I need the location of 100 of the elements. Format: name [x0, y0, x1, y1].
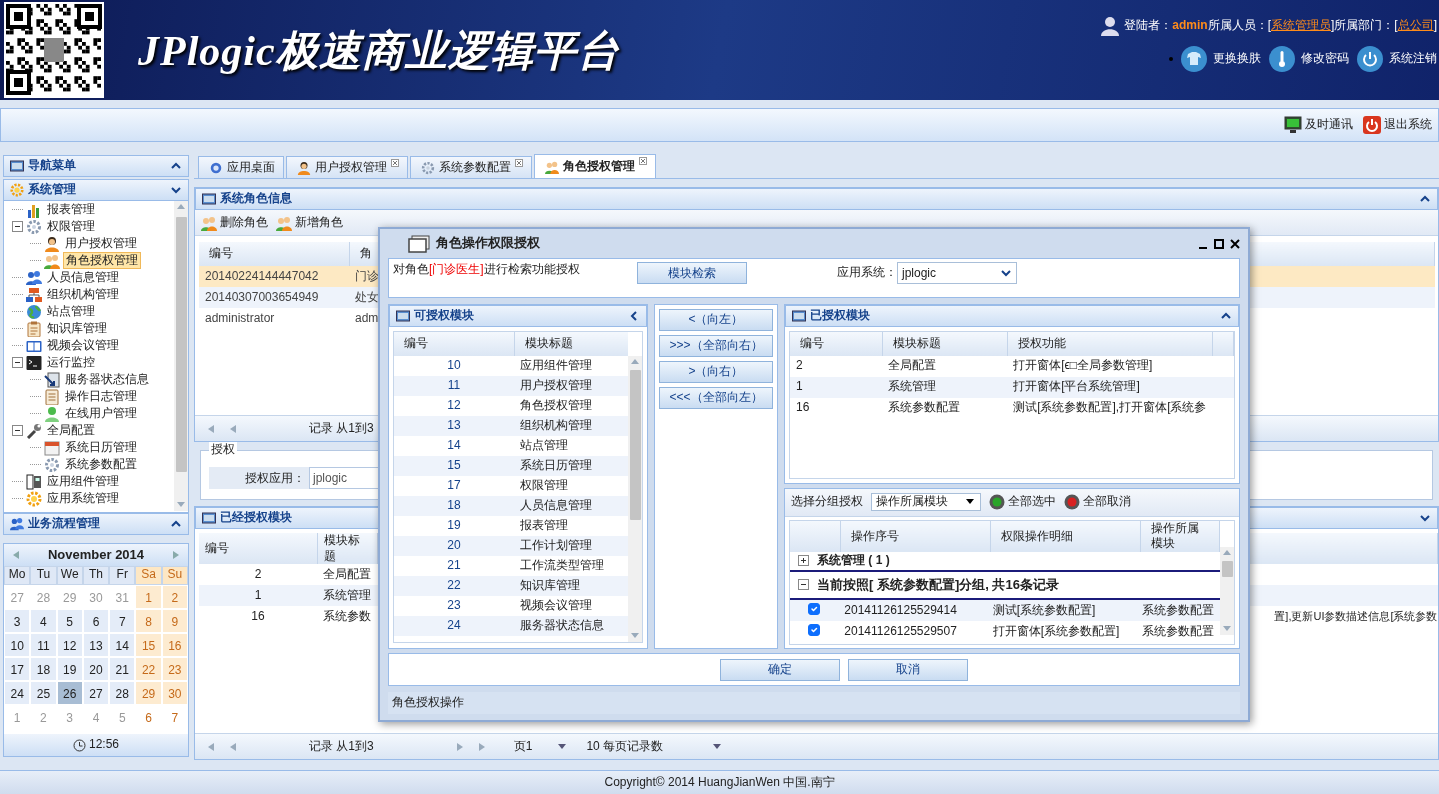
- column-header[interactable]: 操作所属模块: [1140, 520, 1220, 552]
- toolbar-button[interactable]: 全部取消: [1064, 494, 1131, 511]
- cancel-button[interactable]: 取消: [848, 658, 968, 681]
- calendar-day[interactable]: 20: [82, 657, 110, 681]
- page-select[interactable]: 页1: [513, 738, 569, 755]
- column-header[interactable]: 权限操作明细: [990, 520, 1140, 552]
- toolbar-button[interactable]: 新增角色: [276, 214, 343, 231]
- tree-item[interactable]: 权限管理: [45, 218, 97, 235]
- scrollbar[interactable]: [628, 355, 642, 642]
- calendar-day[interactable]: 13: [82, 633, 110, 657]
- group-header[interactable]: 当前按照[ 系统参数配置]分组, 共16条记录: [817, 576, 1059, 594]
- calendar-day[interactable]: 19: [56, 657, 83, 681]
- move-button[interactable]: <（向左）: [659, 308, 773, 331]
- select-field[interactable]: 操作所属模块: [871, 493, 981, 512]
- column-header[interactable]: 模块标题: [882, 331, 1008, 356]
- calendar-day[interactable]: 4: [30, 609, 57, 633]
- checkbox[interactable]: [808, 623, 821, 636]
- scrollbar-thumb[interactable]: [1221, 560, 1233, 577]
- calendar-day[interactable]: 28: [109, 681, 136, 705]
- close-icon[interactable]: [1230, 238, 1240, 249]
- accordion-header[interactable]: 系统管理: [3, 179, 189, 201]
- scrollbar[interactable]: [174, 201, 188, 511]
- calendar-day[interactable]: 12: [56, 633, 83, 657]
- column-header[interactable]: 操作序号: [840, 520, 990, 552]
- select-field[interactable]: jplogic: [897, 262, 1017, 285]
- tree-item[interactable]: 服务器状态信息: [63, 371, 151, 388]
- tree-item[interactable]: 视频会议管理: [45, 337, 121, 354]
- column-header[interactable]: 编号: [199, 533, 317, 565]
- column-header[interactable]: 编号: [199, 242, 349, 266]
- calendar-day[interactable]: 27: [82, 681, 110, 705]
- page-size-select[interactable]: 10 每页记录数: [586, 738, 724, 755]
- move-button[interactable]: >（向右）: [659, 360, 773, 383]
- tree-item[interactable]: 系统日历管理: [63, 439, 139, 456]
- header-link[interactable]: 更换换肤: [1213, 51, 1261, 67]
- tree-item[interactable]: 操作日志管理: [63, 388, 139, 405]
- tree-item[interactable]: 在线用户管理: [63, 405, 139, 422]
- toolbar-button[interactable]: 退出系统: [1363, 116, 1432, 134]
- chevron-down-icon[interactable]: [1419, 512, 1431, 524]
- search-button[interactable]: 模块检索: [637, 262, 747, 285]
- checkbox[interactable]: [808, 602, 821, 615]
- chevron-left-icon[interactable]: [628, 309, 640, 322]
- toolbar-button[interactable]: 及时通讯: [1284, 116, 1353, 134]
- header-link[interactable]: 系统注销: [1389, 51, 1437, 67]
- calendar-day[interactable]: 11: [30, 633, 57, 657]
- tree-item[interactable]: 角色授权管理: [63, 251, 141, 270]
- table-cell: 人员信息管理: [514, 495, 628, 516]
- collapse-icon[interactable]: [798, 579, 809, 591]
- calendar-day[interactable]: 5: [56, 609, 83, 633]
- group-header[interactable]: 系统管理 ( 1 ): [817, 553, 890, 569]
- accordion-header[interactable]: 业务流程管理: [3, 513, 189, 535]
- tree-item[interactable]: 站点管理: [45, 303, 97, 320]
- tree-item[interactable]: 报表管理: [45, 201, 97, 218]
- header-link[interactable]: 修改密码: [1301, 51, 1349, 67]
- calendar-day[interactable]: 26: [56, 681, 83, 705]
- tab[interactable]: 角色授权管理: [534, 154, 656, 178]
- calendar-day[interactable]: 3: [4, 609, 31, 633]
- tree-item[interactable]: 人员信息管理: [45, 269, 121, 286]
- expand-icon[interactable]: [798, 555, 809, 567]
- collapse-icon[interactable]: [12, 425, 23, 436]
- shirt-icon[interactable]: [1181, 46, 1207, 72]
- move-button[interactable]: <<<（全部向左）: [659, 386, 773, 409]
- power-icon[interactable]: [1357, 46, 1383, 72]
- tab[interactable]: 用户授权管理: [286, 156, 408, 178]
- move-button[interactable]: >>>（全部向右）: [659, 334, 773, 357]
- calendar-day[interactable]: 10: [4, 633, 31, 657]
- chevron-down-icon[interactable]: [170, 184, 182, 196]
- scrollbar-thumb[interactable]: [175, 217, 187, 472]
- calendar-day[interactable]: 25: [30, 681, 57, 705]
- column-header[interactable]: 编号: [790, 331, 883, 356]
- scrollbar-thumb[interactable]: [629, 369, 641, 520]
- toolbar-button[interactable]: 全部选中: [989, 494, 1056, 511]
- confirm-button[interactable]: 确定: [720, 658, 840, 681]
- tree-item[interactable]: 系统参数配置: [63, 456, 139, 473]
- collapse-icon[interactable]: [12, 357, 23, 368]
- column-header[interactable]: 模块标题: [514, 331, 628, 356]
- toolbar-button[interactable]: 删除角色: [201, 214, 268, 231]
- calendar-day[interactable]: 18: [30, 657, 57, 681]
- column-header[interactable]: 授权功能: [1007, 331, 1213, 356]
- column-header[interactable]: 模块标题: [317, 533, 377, 565]
- calendar-day[interactable]: 7: [109, 609, 136, 633]
- column-header[interactable]: 编号: [394, 331, 514, 356]
- calendar-day[interactable]: 6: [82, 609, 110, 633]
- tree-item[interactable]: 应用组件管理: [45, 473, 121, 490]
- tab[interactable]: 系统参数配置: [410, 156, 532, 178]
- tree-item[interactable]: 应用系统管理: [45, 490, 121, 507]
- tree-item[interactable]: 组织机构管理: [45, 286, 121, 303]
- tree-item[interactable]: 运行监控: [45, 354, 97, 371]
- table-cell: 系统参数配置: [882, 397, 1008, 419]
- calendar-day[interactable]: 21: [109, 657, 136, 681]
- tree-item[interactable]: 用户授权管理: [63, 235, 139, 252]
- maximize-icon[interactable]: [1214, 238, 1224, 249]
- calendar-day[interactable]: 14: [109, 633, 136, 657]
- tree-item[interactable]: 知识库管理: [45, 320, 109, 337]
- scrollbar[interactable]: [1220, 546, 1234, 635]
- thermometer-icon[interactable]: [1269, 46, 1295, 72]
- calendar-day[interactable]: 24: [4, 681, 31, 705]
- tab[interactable]: 应用桌面: [198, 156, 284, 178]
- tree-item[interactable]: 全局配置: [45, 422, 97, 439]
- collapse-icon[interactable]: [12, 221, 23, 232]
- calendar-day[interactable]: 17: [4, 657, 31, 681]
